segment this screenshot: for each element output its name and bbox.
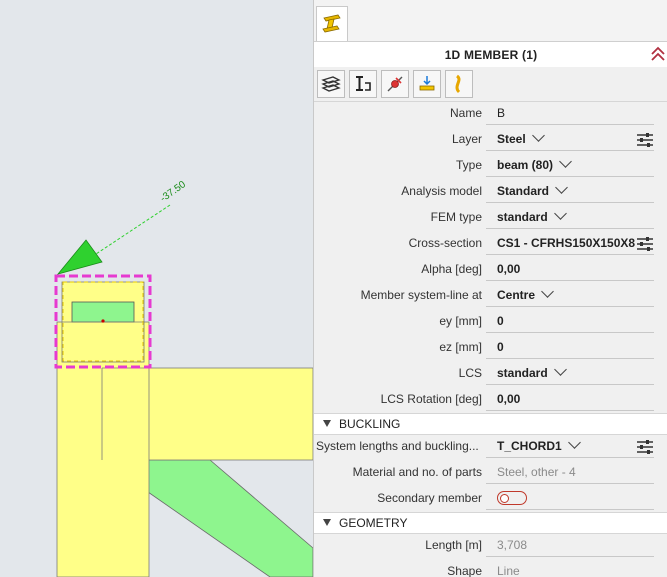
load-icon — [419, 76, 435, 91]
property-row-secondary-member: Secondary member — [314, 486, 667, 512]
chevron-down-icon — [567, 436, 581, 449]
panel-tabstrip — [314, 0, 667, 41]
lcs-rotation-input[interactable]: 0,00 — [497, 392, 520, 406]
property-row-type: Type beam (80) — [314, 153, 667, 179]
property-row-length: Length [m] 3,708 — [314, 533, 667, 559]
collapse-triangle-icon — [323, 519, 331, 526]
load-button[interactable] — [413, 70, 441, 98]
cross-section-button[interactable] — [349, 70, 377, 98]
secondary-member-toggle[interactable] — [497, 491, 527, 505]
section-buckling[interactable]: BUCKLING — [314, 413, 667, 435]
property-row-fem-type: FEM type standard — [314, 205, 667, 231]
property-row-system-lengths: System lengths and buckling... T_CHORD1 — [314, 434, 667, 460]
shape-value: Line — [497, 564, 520, 577]
property-row-name: Name B — [314, 101, 667, 127]
model-viewport[interactable]: -37.50 — [0, 0, 313, 577]
diagonal-member[interactable] — [147, 459, 313, 577]
chevron-down-icon — [531, 129, 545, 142]
property-row-ez: ez [mm] 0 — [314, 335, 667, 361]
property-row-layer: Layer Steel — [314, 127, 667, 153]
collapse-triangle-icon — [323, 420, 331, 427]
structure-drawing[interactable]: -37.50 — [0, 0, 313, 577]
layers-icon — [321, 76, 341, 92]
steel-member-icon — [322, 14, 341, 33]
settings-list-icon[interactable] — [636, 236, 654, 252]
settings-list-icon[interactable] — [636, 439, 654, 455]
layer-select[interactable]: Steel — [497, 129, 545, 146]
load-line — [95, 204, 171, 255]
cross-section-select[interactable]: CS1 - CFRHS150X150X8 — [497, 236, 635, 250]
type-select[interactable]: beam (80) — [497, 155, 572, 172]
load-value-label: -37.50 — [158, 179, 188, 205]
property-row-cross-section: Cross-section CS1 - CFRHS150X150X8 — [314, 231, 667, 257]
property-row-system-line: Member system-line at Centre — [314, 283, 667, 309]
property-row-lcs-rotation: LCS Rotation [deg] 0,00 — [314, 387, 667, 413]
cross-section-icon — [356, 76, 371, 91]
lcs-select[interactable]: standard — [497, 363, 567, 380]
layers-button[interactable] — [317, 70, 345, 98]
ey-input[interactable]: 0 — [497, 314, 504, 328]
fem-type-select[interactable]: standard — [497, 207, 567, 224]
material-parts-value: Steel, other - 4 — [497, 465, 576, 479]
property-row-ey: ey [mm] 0 — [314, 309, 667, 335]
property-row-analysis-model: Analysis model Standard — [314, 179, 667, 205]
name-value[interactable]: B — [497, 106, 505, 120]
properties-panel: 1D MEMBER (1) Name B Layer Steel Type be… — [313, 0, 667, 577]
chevron-down-icon — [553, 363, 567, 376]
settings-list-icon[interactable] — [636, 132, 654, 148]
property-row-shape: Shape Line — [447, 564, 520, 577]
section-top-face — [71, 301, 135, 323]
chevron-down-icon — [555, 181, 568, 194]
panel-toolbar — [314, 67, 667, 102]
length-value: 3,708 — [497, 538, 528, 552]
system-lengths-select[interactable]: T_CHORD1 — [497, 436, 581, 453]
double-chevron-up-icon[interactable] — [650, 45, 666, 63]
load-arrow-head[interactable] — [56, 239, 103, 275]
analysis-model-select[interactable]: Standard — [497, 181, 568, 198]
curve-icon — [455, 74, 461, 94]
tab-steel-member[interactable] — [316, 6, 348, 41]
alpha-input[interactable]: 0,00 — [497, 262, 520, 276]
pin-icon — [387, 76, 403, 92]
property-row-lcs: LCS standard — [314, 361, 667, 387]
system-line-select[interactable]: Centre — [497, 285, 554, 302]
panel-title: 1D MEMBER (1) — [444, 47, 538, 62]
chevron-down-icon — [553, 207, 567, 220]
panel-header: 1D MEMBER (1) — [314, 41, 667, 68]
chevron-down-icon — [541, 285, 554, 298]
ez-input[interactable]: 0 — [497, 340, 504, 354]
property-row-alpha: Alpha [deg] 0,00 — [314, 257, 667, 283]
member-node-point — [101, 319, 105, 323]
chevron-down-icon — [559, 155, 572, 168]
hinge-button[interactable] — [381, 70, 409, 98]
curve-button[interactable] — [445, 70, 473, 98]
section-geometry[interactable]: GEOMETRY — [314, 512, 667, 534]
property-row-material-parts: Material and no. of parts Steel, other -… — [314, 460, 667, 486]
